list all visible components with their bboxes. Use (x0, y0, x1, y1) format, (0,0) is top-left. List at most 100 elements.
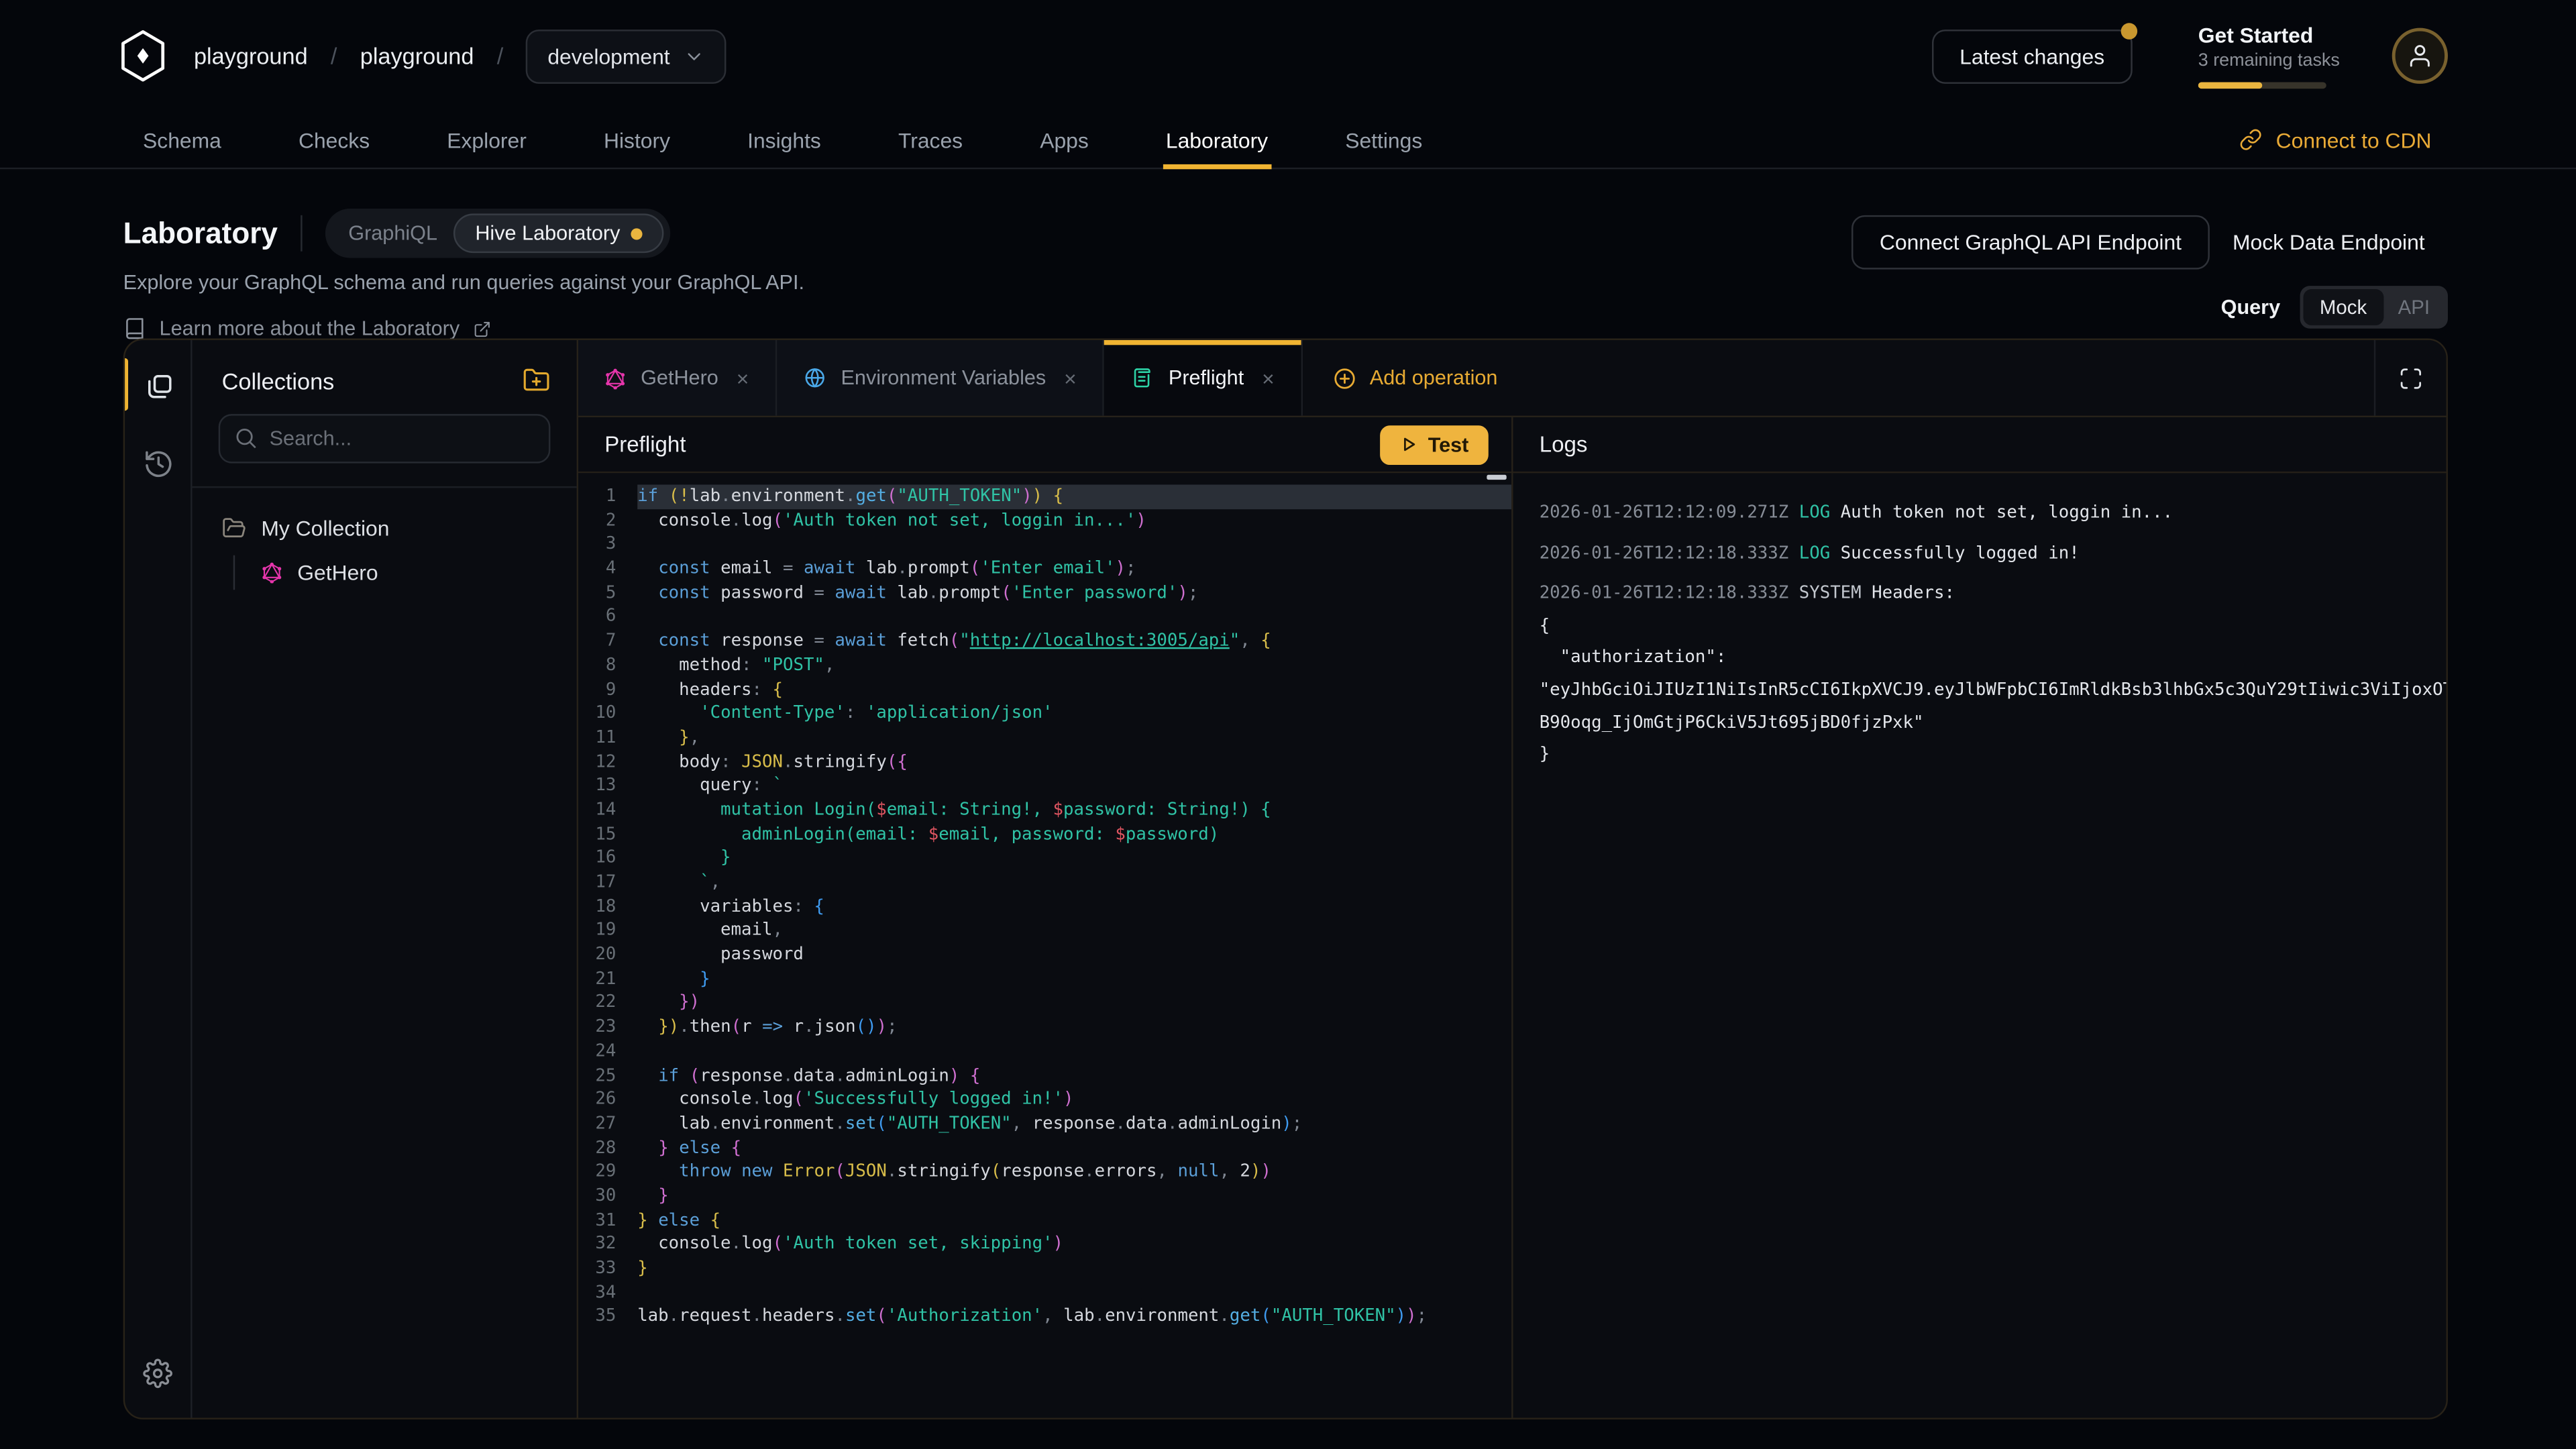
laboratory-mode-toggle: GraphiQL Hive Laboratory (325, 209, 671, 258)
get-started-subtitle: 3 remaining tasks (2198, 51, 2326, 70)
mode-option-graphiql[interactable]: GraphiQL (348, 222, 437, 245)
connect-endpoint-button[interactable]: Connect GraphQL API Endpoint (1851, 215, 2209, 270)
query-target-mock[interactable]: Mock (2303, 289, 2383, 325)
folder-open-icon (222, 516, 247, 541)
line-number: 8 (578, 653, 637, 678)
code-line: 6 (578, 605, 1511, 629)
line-number: 11 (578, 726, 637, 750)
nav-tab-checks[interactable]: Checks (295, 112, 373, 168)
new-collection-button[interactable] (523, 366, 551, 394)
get-started-widget[interactable]: Get Started 3 remaining tasks (2198, 23, 2326, 89)
line-number: 17 (578, 871, 637, 895)
mode-option-label: Hive Laboratory (475, 222, 620, 245)
code-line: 19 email, (578, 919, 1511, 943)
preflight-script-editor[interactable]: 1if (!lab.environment.get("AUTH_TOKEN"))… (578, 473, 1511, 1417)
nav-tab-settings[interactable]: Settings (1342, 112, 1426, 168)
breadcrumb: playground / playground / development (194, 29, 726, 83)
connect-to-cdn-label: Connect to CDN (2276, 127, 2432, 152)
line-number: 26 (578, 1088, 637, 1112)
code-line: 16 } (578, 847, 1511, 871)
history-rail-button[interactable] (136, 442, 179, 485)
add-operation-button[interactable]: Add operation (1302, 340, 1527, 416)
add-operation-label: Add operation (1370, 366, 1498, 389)
user-icon (2407, 43, 2433, 69)
main-nav: Schema Checks Explorer History Insights Trace… (0, 112, 2576, 170)
tab-environment-variables[interactable]: Environment Variables × (777, 340, 1104, 416)
play-icon (1400, 435, 1418, 453)
close-tab-icon[interactable]: × (1064, 366, 1077, 390)
editor-scrollbar-thumb[interactable] (1487, 475, 1506, 480)
collection-folder-my-collection[interactable]: My Collection (212, 511, 557, 545)
nav-tab-schema[interactable]: Schema (140, 112, 225, 168)
graphql-icon (261, 562, 282, 584)
test-button[interactable]: Test (1381, 425, 1489, 464)
mode-option-hive-laboratory[interactable]: Hive Laboratory (453, 213, 664, 253)
nav-tab-laboratory[interactable]: Laboratory (1163, 112, 1271, 168)
learn-more-label: Learn more about the Laboratory (160, 317, 460, 340)
divider (301, 215, 302, 252)
environment-selector[interactable]: development (527, 29, 726, 83)
settings-rail-button[interactable] (136, 1352, 179, 1395)
logs-output[interactable]: 2026-01-26T12:12:09.271Z LOG Auth token … (1513, 473, 2447, 1417)
laboratory-workbench: Collections My Collection GetHero (123, 338, 2448, 1419)
script-icon (1131, 366, 1154, 389)
breadcrumb-org[interactable]: playground (194, 43, 308, 69)
line-number: 14 (578, 798, 637, 822)
user-avatar[interactable] (2392, 28, 2448, 84)
log-entry: 2026-01-26T12:12:18.333Z LOG Successfull… (1540, 538, 2420, 570)
line-number: 32 (578, 1232, 637, 1256)
collections-rail-button[interactable] (136, 363, 179, 406)
page-title: Laboratory (123, 216, 278, 250)
learn-more-link[interactable]: Learn more about the Laboratory (123, 317, 2576, 340)
nav-tab-history[interactable]: History (600, 112, 674, 168)
line-number: 3 (578, 533, 637, 557)
operation-item-gethero[interactable]: GetHero (235, 555, 388, 590)
code-line: 26 console.log('Successfully logged in!'… (578, 1088, 1511, 1112)
code-line: 33} (578, 1256, 1511, 1281)
nav-tab-explorer[interactable]: Explorer (443, 112, 529, 168)
code-line: 14 mutation Login($email: String!, $pass… (578, 798, 1511, 822)
latest-changes-button[interactable]: Latest changes (1932, 29, 2133, 83)
code-line: 28 } else { (578, 1136, 1511, 1161)
operation-tabbar: GetHero× Environment Variables × Preflight ×… (578, 340, 2446, 417)
close-tab-icon[interactable]: × (737, 366, 749, 390)
fullscreen-button[interactable] (2374, 340, 2447, 416)
line-number: 5 (578, 581, 637, 605)
sidebar-icon-rail (125, 340, 192, 1418)
external-link-icon (473, 319, 491, 337)
tab-label: Environment Variables (841, 366, 1046, 389)
link-icon (2240, 128, 2263, 151)
tab-preflight[interactable]: Preflight × (1104, 340, 1302, 416)
query-target-api[interactable]: API (2383, 289, 2445, 325)
code-line: 4 const email = await lab.prompt('Enter … (578, 557, 1511, 581)
page-subtitle: Explore your GraphQL schema and run quer… (123, 271, 2576, 294)
log-entry: { (1540, 610, 2420, 643)
nav-tab-insights[interactable]: Insights (744, 112, 824, 168)
code-line: 20 password (578, 943, 1511, 967)
code-line: 13 query: ` (578, 774, 1511, 798)
mock-endpoint-button[interactable]: Mock Data Endpoint (2210, 217, 2448, 268)
nav-tab-traces[interactable]: Traces (895, 112, 966, 168)
log-entry: "eyJhbGciOiJIUzI1NiIsInR5cCI6IkpXVCJ9.ey… (1540, 675, 2420, 707)
breadcrumb-project[interactable]: playground (360, 43, 474, 69)
nav-tab-apps[interactable]: Apps (1036, 112, 1091, 168)
log-entry: } (1540, 739, 2420, 771)
code-line: 15 adminLogin(email: $email, password: $… (578, 822, 1511, 847)
connect-to-cdn-link[interactable]: Connect to CDN (2240, 112, 2432, 168)
plus-circle-icon (1332, 366, 1356, 390)
line-number: 31 (578, 1209, 637, 1233)
operation-item-label: GetHero (297, 560, 378, 585)
tab-gethero[interactable]: GetHero× (578, 340, 777, 416)
code-line: 8 method: "POST", (578, 653, 1511, 678)
code-line: 9 headers: { (578, 678, 1511, 702)
line-number: 30 (578, 1185, 637, 1209)
preflight-editor-pane: Preflight Test 1if (!lab.environment.get… (578, 417, 1513, 1417)
collections-search-input[interactable] (219, 414, 551, 463)
line-number: 28 (578, 1136, 637, 1161)
close-tab-icon[interactable]: × (1262, 366, 1275, 390)
hive-logo-icon[interactable] (115, 28, 170, 84)
log-entry: 2026-01-26T12:12:09.271Z LOG Auth token … (1540, 498, 2420, 530)
line-number: 4 (578, 557, 637, 581)
tab-label: Preflight (1169, 366, 1244, 389)
line-number: 27 (578, 1112, 637, 1136)
